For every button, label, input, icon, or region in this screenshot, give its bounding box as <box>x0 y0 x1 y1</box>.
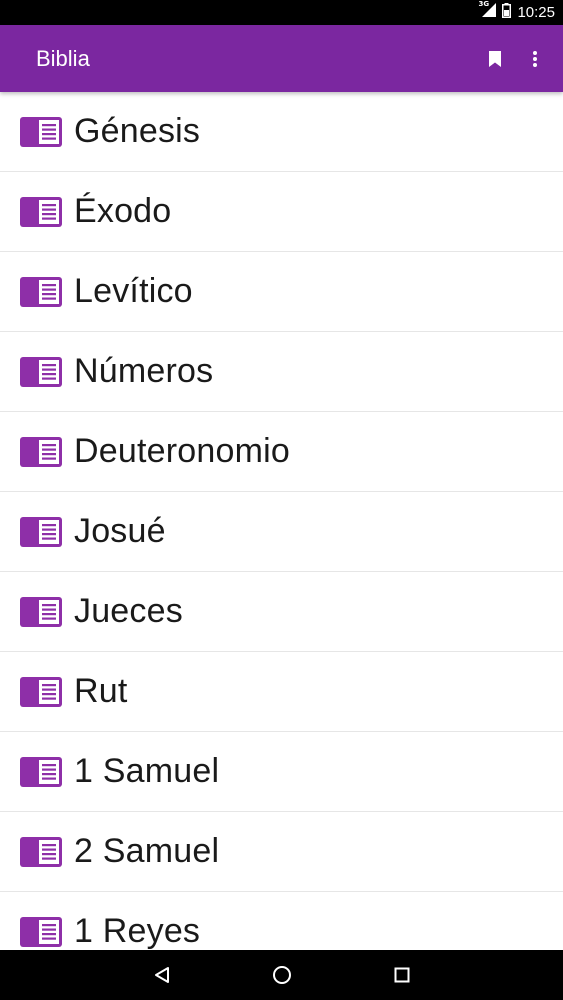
network-type: 3G <box>478 0 490 8</box>
book-list-icon <box>20 916 62 947</box>
signal-icon: 3G <box>478 0 497 22</box>
book-title: 2 Samuel <box>74 832 220 870</box>
book-list-icon <box>20 756 62 787</box>
back-icon <box>154 967 169 983</box>
book-title: Números <box>74 352 214 390</box>
screen: 3G 10:25 Biblia Génesis Éxodo Levítico N… <box>0 0 563 1000</box>
book-title: Jueces <box>74 592 183 630</box>
book-list-icon <box>20 356 62 387</box>
more-vert-icon <box>533 50 537 67</box>
book-title: Deuteronomio <box>74 432 290 470</box>
app-title: Biblia <box>36 45 90 71</box>
book-list-item[interactable]: Números <box>0 332 563 412</box>
book-title: Éxodo <box>74 192 172 230</box>
status-time: 10:25 <box>517 4 555 21</box>
book-list-item[interactable]: 2 Samuel <box>0 812 563 892</box>
book-title: 1 Reyes <box>74 912 201 950</box>
book-list-icon <box>20 276 62 307</box>
book-title: 1 Samuel <box>74 752 220 790</box>
app-bar: Biblia <box>0 25 563 92</box>
book-list-item[interactable]: Josué <box>0 492 563 572</box>
back-button[interactable] <box>132 950 192 1000</box>
book-list-item[interactable]: Levítico <box>0 252 563 332</box>
status-bar: 3G 10:25 <box>0 0 563 25</box>
recents-button[interactable] <box>372 950 432 1000</box>
book-list-icon <box>20 676 62 707</box>
book-list-item[interactable]: Deuteronomio <box>0 412 563 492</box>
book-list-icon <box>20 436 62 467</box>
book-list-item[interactable]: 1 Reyes <box>0 892 563 950</box>
book-list-item[interactable]: Génesis <box>0 92 563 172</box>
book-list-item[interactable]: Jueces <box>0 572 563 652</box>
book-title: Levítico <box>74 272 193 310</box>
book-list-item[interactable]: Rut <box>0 652 563 732</box>
book-list-item[interactable]: Éxodo <box>0 172 563 252</box>
book-title: Génesis <box>74 112 201 150</box>
book-list-item[interactable]: 1 Samuel <box>0 732 563 812</box>
book-title: Rut <box>74 672 128 710</box>
more-options-button[interactable] <box>521 39 549 79</box>
book-list-icon <box>20 196 62 227</box>
book-title: Josué <box>74 512 166 550</box>
book-list-icon <box>20 516 62 547</box>
bookmark-icon <box>489 50 501 67</box>
home-button[interactable] <box>252 950 312 1000</box>
navigation-bar <box>0 950 563 1000</box>
battery-icon <box>502 2 512 23</box>
recents-icon <box>394 967 409 983</box>
book-list[interactable]: Génesis Éxodo Levítico Números Deuteronomio J… <box>0 92 563 950</box>
bookmark-button[interactable] <box>481 39 509 79</box>
home-icon <box>272 966 291 984</box>
book-list-icon <box>20 596 62 627</box>
book-list-icon <box>20 836 62 867</box>
book-list-icon <box>20 116 62 147</box>
